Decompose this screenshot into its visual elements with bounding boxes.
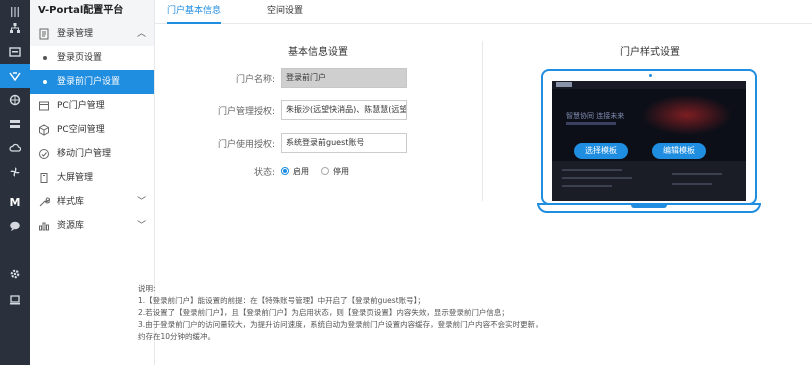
gear-icon[interactable]: [0, 262, 30, 286]
sidebar-item-label: 登录页设置: [57, 53, 103, 63]
portal-name-label: 门户名称:: [235, 74, 275, 85]
screen-icon: [40, 173, 48, 183]
portal-admin-row: 门户管理授权: 朱振沙(远望快消品)、陈慧慧(远望快: [195, 100, 407, 120]
m-letter-icon[interactable]: M: [0, 190, 30, 214]
vertical-divider: [482, 41, 483, 201]
sidebar-group-big-screen[interactable]: 大屏管理: [30, 166, 154, 190]
sidebar-item-login-page[interactable]: 登录页设置: [30, 46, 154, 70]
portal-usage-row: 门户使用授权: 系统登录前guest账号: [195, 133, 407, 153]
sidebar-item-pre-login-portal[interactable]: 登录前门户设置: [30, 70, 154, 94]
laptop-base: [537, 203, 761, 213]
sidebar-group-label: PC空间管理: [57, 125, 105, 135]
monitor-board-icon[interactable]: [0, 40, 30, 64]
box-icon: [39, 101, 49, 111]
bullet-icon: [43, 56, 47, 60]
icon-rail: M: [0, 0, 30, 365]
status-label: 状态:: [253, 167, 275, 178]
laptop-lid: 智慧协同 连接未来 选择模板 编辑模板: [541, 69, 757, 205]
preview-line: [562, 185, 612, 187]
basic-info-title: 基本信息设置: [288, 47, 348, 58]
camera-icon: [649, 74, 652, 77]
portal-preview-laptop: 智慧协同 连接未来 选择模板 编辑模板: [537, 69, 761, 215]
preview-line: [672, 183, 712, 185]
sidebar-group-label: 大屏管理: [57, 173, 94, 183]
portal-name-field: 登录前门户: [281, 68, 407, 88]
sidebar-group-mobile-portal[interactable]: 移动门户管理: [30, 142, 154, 166]
sidebar-group-login[interactable]: 登录管理 ︿: [30, 22, 154, 46]
portal-usage-label: 门户使用授权:: [217, 139, 275, 150]
storage-icon[interactable]: [0, 112, 30, 136]
sidebar-group-label: PC门户管理: [57, 101, 105, 111]
radio-unchecked-icon: [321, 167, 329, 175]
portal-name-row: 门户名称: 登录前门户: [195, 68, 407, 88]
bar-chart-icon: [39, 222, 49, 231]
sidebar-group-label: 登录管理: [57, 29, 94, 39]
status-disable-radio[interactable]: 停用: [321, 166, 349, 177]
preview-subline: [566, 122, 616, 125]
portal-style-title: 门户样式设置: [620, 47, 680, 58]
portal-admin-label: 门户管理授权:: [217, 106, 275, 117]
mobile-icon: [39, 149, 49, 159]
org-tree-icon[interactable]: [0, 16, 30, 40]
notes-title: 说明:: [138, 284, 156, 293]
sidebar: V-Portal配置平台 登录管理 ︿ 登录页设置 登录前门户设置 PC门户管理…: [30, 0, 155, 365]
status-enable-radio[interactable]: 启用: [281, 166, 309, 177]
chevron-down-icon: ﹀: [136, 221, 146, 231]
sidebar-group-label: 样式库: [57, 197, 85, 207]
sidebar-item-label: 登录前门户设置: [57, 77, 121, 87]
laptop-icon[interactable]: [0, 288, 30, 312]
select-template-button[interactable]: 选择模板: [574, 143, 628, 159]
sidebar-group-resource-library[interactable]: 资源库 ﹀: [30, 214, 154, 238]
chevron-up-icon: ︿: [136, 29, 146, 39]
sidebar-group-label: 资源库: [57, 221, 85, 231]
laptop-notch: [631, 205, 667, 208]
status-row: 状态: 启用 停用: [195, 161, 361, 181]
sidebar-group-pc-space[interactable]: PC空间管理: [30, 118, 154, 142]
status-disable-label: 停用: [333, 166, 349, 176]
preview-line: [562, 169, 622, 171]
m-letter-label: M: [9, 195, 21, 209]
chevron-down-icon: ﹀: [136, 197, 146, 207]
preview-line: [562, 177, 632, 179]
preview-glow: [642, 95, 732, 135]
note-line: 约存在10分钟的缓冲。: [138, 332, 216, 341]
network-icon[interactable]: [0, 88, 30, 112]
tab-space-settings[interactable]: 空间设置: [267, 0, 303, 24]
fan-icon[interactable]: [0, 160, 30, 184]
preview-panel: [552, 161, 746, 201]
preview-topbar: [552, 81, 746, 89]
portal-admin-field[interactable]: 朱振沙(远望快消品)、陈慧慧(远望快: [281, 100, 407, 120]
portal-usage-field[interactable]: 系统登录前guest账号: [281, 133, 407, 153]
tab-portal-basic-info[interactable]: 门户基本信息: [167, 0, 222, 24]
bullet-icon: [43, 80, 47, 84]
status-enable-label: 启用: [293, 166, 309, 176]
portal-config-icon[interactable]: [0, 64, 30, 88]
edit-template-button[interactable]: 编辑模板: [652, 143, 706, 159]
cube-icon: [39, 124, 49, 136]
tab-bar: 门户基本信息 空间设置: [155, 0, 812, 24]
wrench-icon: [39, 197, 50, 207]
sidebar-group-style-library[interactable]: 样式库 ﹀: [30, 190, 154, 214]
document-icon: [39, 28, 49, 40]
notes-block: 说明: 1.【登录前门户】能设置的前提：在【特殊账号管理】中开启了【登录前gue…: [138, 283, 638, 343]
sidebar-group-label: 移动门户管理: [57, 149, 112, 159]
cloud-icon[interactable]: [0, 136, 30, 160]
note-line: 3.由于登录前门户的访问量较大，为提升访问速度，系统自动为登录前门户设置内容缓存…: [138, 320, 543, 329]
chat-icon[interactable]: [0, 214, 30, 238]
preview-line: [672, 173, 722, 175]
note-line: 1.【登录前门户】能设置的前提：在【特殊账号管理】中开启了【登录前guest账号…: [138, 296, 425, 305]
preview-logo: [556, 82, 572, 87]
preview-headline: 智慧协同 连接未来: [566, 112, 625, 120]
sidebar-group-pc-portal[interactable]: PC门户管理: [30, 94, 154, 118]
preview-screen: 智慧协同 连接未来 选择模板 编辑模板: [552, 81, 746, 201]
brand-title: V-Portal配置平台: [30, 0, 154, 22]
radio-checked-icon: [281, 167, 289, 175]
note-line: 2.若设置了【登录前门户】，且【登录前门户】为启用状态，则【登录页设置】内容失效…: [138, 308, 509, 317]
